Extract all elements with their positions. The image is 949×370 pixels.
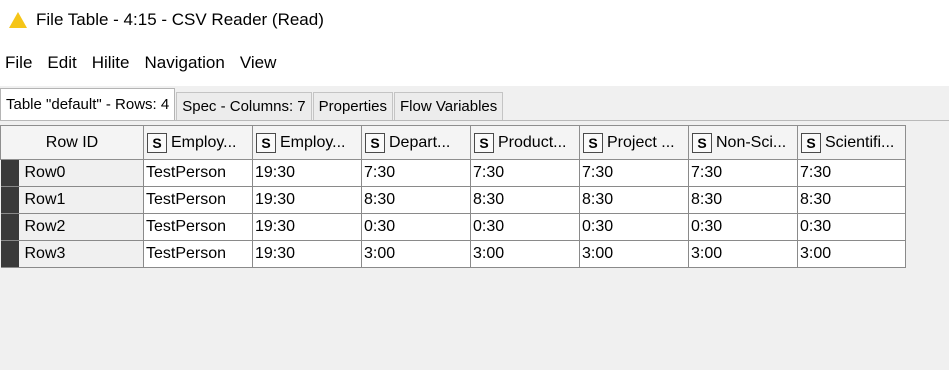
table-cell[interactable]: 3:00 xyxy=(688,240,798,268)
table-cell[interactable]: 7:30 xyxy=(470,159,580,187)
table-cell[interactable]: 3:00 xyxy=(797,240,906,268)
row-marker-icon xyxy=(0,241,19,267)
menu-hilite[interactable]: Hilite xyxy=(88,53,134,73)
table-cell[interactable]: 0:30 xyxy=(470,213,580,241)
table-cell[interactable]: 0:30 xyxy=(797,213,906,241)
menu-file[interactable]: File xyxy=(1,53,36,73)
row-id-label: Row2 xyxy=(24,218,66,235)
string-type-icon: S xyxy=(801,132,821,153)
string-type-icon: S xyxy=(256,132,276,153)
table-cell[interactable]: 3:00 xyxy=(470,240,580,268)
table-cell[interactable]: 8:30 xyxy=(688,186,798,214)
table-header-row: Row ID S Employ... S Employ... S Depart... … xyxy=(0,125,906,160)
tab-flow-variables[interactable]: Flow Variables xyxy=(394,92,504,120)
string-type-icon: S xyxy=(583,132,603,153)
row-id-cell[interactable]: Row1 xyxy=(0,186,144,214)
tab-properties[interactable]: Properties xyxy=(312,92,393,120)
table-cell[interactable]: 3:00 xyxy=(579,240,689,268)
tab-strip: Table "default" - Rows: 4 Spec - Columns… xyxy=(0,86,949,121)
table-row[interactable]: Row2 TestPerson 19:30 0:30 0:30 0:30 0:3… xyxy=(0,213,906,241)
table-row[interactable]: Row1 TestPerson 19:30 8:30 8:30 8:30 8:3… xyxy=(0,186,906,214)
column-header[interactable]: S Depart... xyxy=(361,125,471,160)
table-cell[interactable]: 19:30 xyxy=(252,213,362,241)
row-id-label: Row1 xyxy=(24,191,66,208)
row-id-header[interactable]: Row ID xyxy=(0,125,144,160)
table-cell[interactable]: 7:30 xyxy=(579,159,689,187)
table-cell[interactable]: 0:30 xyxy=(361,213,471,241)
column-header[interactable]: S Non-Sci... xyxy=(688,125,798,160)
tab-table[interactable]: Table "default" - Rows: 4 xyxy=(0,88,176,120)
row-id-cell[interactable]: Row3 xyxy=(0,240,144,268)
title-bar: File Table - 4:15 - CSV Reader (Read) xyxy=(0,0,949,40)
column-header-label: Scientifi... xyxy=(825,133,895,151)
table-row[interactable]: Row0 TestPerson 19:30 7:30 7:30 7:30 7:3… xyxy=(0,159,906,187)
column-header-label: Employ... xyxy=(171,133,237,151)
column-header-label: Employ... xyxy=(280,133,346,151)
window-title: File Table - 4:15 - CSV Reader (Read) xyxy=(36,10,324,29)
row-marker-icon xyxy=(0,160,19,186)
table-cell[interactable]: 19:30 xyxy=(252,186,362,214)
string-type-icon: S xyxy=(692,132,712,153)
table-cell[interactable]: 19:30 xyxy=(252,159,362,187)
data-table-panel: Row ID S Employ... S Employ... S Depart... … xyxy=(0,125,906,268)
table-cell[interactable]: 0:30 xyxy=(688,213,798,241)
knime-triangle-icon xyxy=(8,10,28,30)
table-cell[interactable]: TestPerson xyxy=(143,213,253,241)
table-cell[interactable]: 8:30 xyxy=(361,186,471,214)
row-id-label: Row0 xyxy=(24,164,66,181)
row-id-label: Row3 xyxy=(24,245,66,262)
column-header-label: Product... xyxy=(498,133,567,151)
table-cell[interactable]: 19:30 xyxy=(252,240,362,268)
column-header[interactable]: S Scientifi... xyxy=(797,125,906,160)
table-cell[interactable]: 8:30 xyxy=(579,186,689,214)
string-type-icon: S xyxy=(365,132,385,153)
data-table: Row ID S Employ... S Employ... S Depart... … xyxy=(0,125,906,268)
column-header[interactable]: S Project ... xyxy=(579,125,689,160)
menu-view[interactable]: View xyxy=(236,53,281,73)
row-id-cell[interactable]: Row2 xyxy=(0,213,144,241)
column-header-label: Depart... xyxy=(389,133,451,151)
column-header-label: Non-Sci... xyxy=(716,133,787,151)
table-cell[interactable]: TestPerson xyxy=(143,240,253,268)
table-cell[interactable]: TestPerson xyxy=(143,159,253,187)
column-header[interactable]: S Employ... xyxy=(143,125,253,160)
column-header[interactable]: S Employ... xyxy=(252,125,362,160)
table-row[interactable]: Row3 TestPerson 19:30 3:00 3:00 3:00 3:0… xyxy=(0,240,906,268)
table-cell[interactable]: 8:30 xyxy=(797,186,906,214)
row-marker-icon xyxy=(0,187,19,213)
row-id-cell[interactable]: Row0 xyxy=(0,159,144,187)
menu-bar: File Edit Hilite Navigation View xyxy=(0,40,949,86)
menu-navigation[interactable]: Navigation xyxy=(141,53,229,73)
table-cell[interactable]: TestPerson xyxy=(143,186,253,214)
table-cell[interactable]: 8:30 xyxy=(470,186,580,214)
tab-spec[interactable]: Spec - Columns: 7 xyxy=(176,92,312,120)
row-marker-icon xyxy=(0,214,19,240)
string-type-icon: S xyxy=(147,132,167,153)
table-cell[interactable]: 7:30 xyxy=(797,159,906,187)
column-header[interactable]: S Product... xyxy=(470,125,580,160)
column-header-label: Project ... xyxy=(607,133,675,151)
string-type-icon: S xyxy=(474,132,494,153)
table-cell[interactable]: 7:30 xyxy=(688,159,798,187)
table-cell[interactable]: 0:30 xyxy=(579,213,689,241)
table-cell[interactable]: 7:30 xyxy=(361,159,471,187)
menu-edit[interactable]: Edit xyxy=(43,53,80,73)
table-cell[interactable]: 3:00 xyxy=(361,240,471,268)
